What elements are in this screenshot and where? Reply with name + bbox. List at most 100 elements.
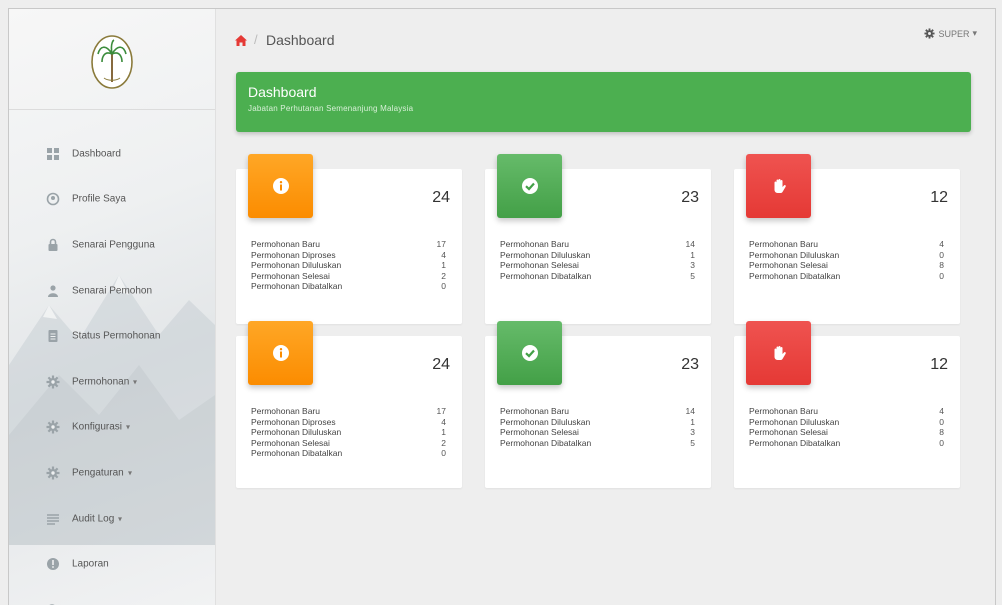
- stat-value: 2: [441, 438, 446, 449]
- stat-value: 3: [690, 260, 695, 271]
- stat-value: 5: [690, 438, 695, 449]
- caret-down-icon: ▾: [126, 423, 130, 432]
- stat-label: Permohonan Selesai: [500, 427, 579, 438]
- stat-label: Permohonan Baru: [749, 406, 818, 417]
- breadcrumb-current: Dashboard: [266, 32, 335, 48]
- stat-row: Permohonan Diproses4: [251, 250, 446, 261]
- stat-card: 12 Permohonan Baru4Permohonan Diluluskan 0…: [734, 336, 960, 488]
- sidebar-item-label: Profile Saya: [72, 194, 126, 205]
- stat-value: 0: [939, 250, 944, 261]
- stat-row: Permohonan Baru4: [749, 406, 944, 417]
- stat-rows: Permohonan Baru14Permohonan Diluluskan1P…: [500, 406, 695, 448]
- stat-value: 1: [441, 427, 446, 438]
- stat-label: Permohonan Dibatalkan: [500, 438, 591, 449]
- user-menu[interactable]: SUPER ▾: [924, 28, 977, 39]
- stat-row: Permohonan Dibatalkan 0: [251, 281, 446, 292]
- caret-down-icon: ▾: [128, 468, 132, 477]
- sidebar-item-dashboard[interactable]: Dashboard: [9, 131, 215, 177]
- sidebar-item-profile-saya[interactable]: Profile Saya: [9, 177, 215, 223]
- sidebar-item-senarai-pemohon[interactable]: Senarai Pemohon: [9, 268, 215, 314]
- stat-card: 23Permohonan Baru14Permohonan Diluluskan…: [485, 169, 711, 324]
- stat-label: Permohonan Dibatalkan: [251, 448, 342, 459]
- info-icon: [248, 321, 313, 385]
- report-icon: [46, 557, 60, 571]
- stat-row: Permohonan Baru 14: [500, 239, 695, 250]
- stat-total: 24: [432, 189, 450, 207]
- stat-label: Permohonan Baru: [500, 239, 569, 250]
- stat-row: Permohonan Diluluskan0: [749, 250, 944, 261]
- sidebar-item-konfigurasi[interactable]: Konfigurasi ▾: [9, 405, 215, 451]
- stat-label: Permohonan Diluluskan: [500, 250, 590, 261]
- stat-label: Permohonan Diluluskan: [749, 417, 839, 428]
- sidebar-item-permohonan[interactable]: Permohonan▾: [9, 359, 215, 405]
- stat-row: Permohonan Dibatalkan 5: [500, 438, 695, 449]
- stat-row: Permohonan Baru17: [251, 406, 446, 417]
- lock-icon: [46, 238, 60, 252]
- stat-row: Permohonan Dibatalkan0: [749, 438, 944, 449]
- stat-label: Permohonan Selesai: [251, 271, 330, 282]
- stat-value: 0: [441, 448, 446, 459]
- top-bar: / Dashboard SUPER ▾: [216, 9, 995, 59]
- stat-row: Permohonan Dibatalkan0: [749, 271, 944, 282]
- stat-card: 12Permohonan Baru4Permohonan Diluluskan0…: [734, 169, 960, 324]
- check-circle-icon: [497, 154, 562, 218]
- home-icon[interactable]: [235, 35, 247, 46]
- stat-value: 4: [939, 239, 944, 250]
- sidebar-item-audit-log[interactable]: Audit Log ▾: [9, 496, 215, 542]
- stat-value: 0: [441, 281, 446, 292]
- sidebar-item-label: Dashboard: [72, 148, 121, 159]
- stat-label: Permohonan Selesai: [749, 260, 828, 271]
- stat-value: 8: [939, 427, 944, 438]
- stat-value: 14: [686, 406, 695, 417]
- stat-row: Permohonan Dibatalkan5: [500, 271, 695, 282]
- sidebar-item-status-permohonan[interactable]: Status Permohonan: [9, 313, 215, 359]
- stat-value: 8: [939, 260, 944, 271]
- stat-row: Permohonan Baru14: [500, 406, 695, 417]
- stat-value: 17: [437, 239, 446, 250]
- stat-value: 4: [441, 417, 446, 428]
- stat-row: Permohonan Selesai 3: [500, 260, 695, 271]
- sidebar-item-laporan[interactable]: Laporan: [9, 541, 215, 587]
- stat-row: Permohonan Selesai8: [749, 427, 944, 438]
- breadcrumb-separator: /: [254, 32, 258, 47]
- sidebar-item-label: Audit Log: [72, 513, 114, 524]
- stat-row: Permohonan Selesai2: [251, 438, 446, 449]
- stat-label: Permohonan Dibatalkan: [251, 281, 342, 292]
- stat-row: Permohonan Baru4: [749, 239, 944, 250]
- stat-row: Permohonan Diproses4: [251, 417, 446, 428]
- stat-value: 0: [939, 271, 944, 282]
- stat-label: Permohonan Selesai: [500, 260, 579, 271]
- main-content: / Dashboard SUPER ▾ Dashboard Jabatan Pe…: [216, 9, 995, 605]
- banner-title: Dashboard: [248, 84, 317, 100]
- sidebar-item-label: Status Permohonan: [72, 331, 160, 342]
- stat-value: 2: [441, 271, 446, 282]
- stat-value: 1: [441, 260, 446, 271]
- stat-total: 23: [681, 356, 699, 374]
- stat-row: Permohonan Diluluskan1: [500, 417, 695, 428]
- sidebar-item-label: Konfigurasi: [72, 422, 122, 433]
- sidebar: Dashboard Profile Saya Senarai PenggunaSen…: [9, 9, 216, 605]
- sidebar-item-senarai-pengguna[interactable]: Senarai Pengguna: [9, 222, 215, 268]
- sidebar-item-carian[interactable]: Carian: [9, 587, 215, 605]
- stat-rows: Permohonan Baru4Permohonan Diluluskan0Pe…: [749, 406, 944, 448]
- stat-value: 0: [939, 417, 944, 428]
- sidebar-item-label: Permohonan: [72, 376, 129, 387]
- stat-rows: Permohonan Baru17Permohonan Diproses4Per…: [251, 406, 446, 459]
- stat-value: 14: [686, 239, 695, 250]
- stat-row: Permohonan Diluluskan 0: [749, 417, 944, 428]
- caret-down-icon: ▾: [118, 514, 122, 523]
- stat-total: 12: [930, 356, 948, 374]
- profile-icon: [46, 192, 60, 206]
- stat-row: Permohonan Diluluskan1: [500, 250, 695, 261]
- caret-down-icon: ▾: [972, 28, 977, 39]
- gear-icon: [46, 375, 60, 389]
- stat-total: 24: [432, 356, 450, 374]
- app-window: Dashboard Profile Saya Senarai PenggunaSen…: [8, 8, 996, 605]
- stat-label: Permohonan Diluluskan: [251, 260, 341, 271]
- stat-label: Permohonan Diluluskan: [251, 427, 341, 438]
- stat-row: Permohonan Selesai 8: [749, 260, 944, 271]
- sidebar-item-pengaturan[interactable]: Pengaturan▾: [9, 450, 215, 496]
- stat-label: Permohonan Baru: [251, 406, 320, 417]
- gear-icon: [46, 420, 60, 434]
- stat-label: Permohonan Dibatalkan: [749, 438, 840, 449]
